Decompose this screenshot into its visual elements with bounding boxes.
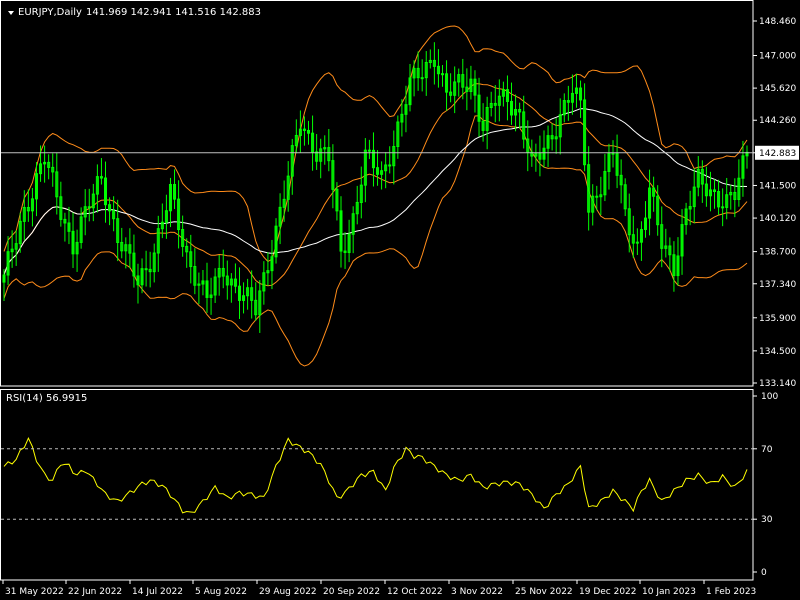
price-tick-label: 135.900 [759,314,796,324]
price-tick-label: 133.140 [759,379,796,389]
ohlc-values: 141.969 142.941 141.516 142.883 [86,7,261,18]
price-tick-label: 148.460 [759,17,796,27]
candle-body [611,152,615,155]
rsi-title: RSI(14) 56.9915 [6,393,87,404]
rsi-tick-label: 30 [761,515,773,525]
rsi-line [3,436,748,514]
time-tick-label: 20 Sep 2022 [323,587,380,597]
price-tick-label: 147.000 [759,51,796,61]
rsi-tick-label: 100 [761,392,778,402]
rsi-axis: 100 70 30 0 [753,392,778,578]
price-tick-label: 140.120 [759,214,796,224]
time-tick-label: 3 Nov 2022 [451,587,503,597]
bollinger-upper [3,25,748,263]
time-tick-label: 1 Feb 2023 [706,587,756,597]
price-tick-label: 145.620 [759,84,796,94]
candle-body [595,195,599,198]
time-axis: 31 May 2022 22 Jun 2022 14 Jul 2022 5 Aug 2… [2,580,756,597]
candle-body [440,73,444,76]
bollinger-bands [3,25,748,367]
chart-canvas[interactable]: 148.460 147.000 145.620 144.260 142.883 141.5… [0,0,800,600]
candlesticks [2,42,749,333]
time-tick-label: 19 Dec 2022 [579,587,637,597]
time-tick-label: 31 May 2022 [5,587,64,597]
price-tick-label: 137.340 [759,280,796,290]
price-axis: 148.460 147.000 145.620 144.260 142.883 141.5… [753,17,799,389]
rsi-panel-border [0,389,754,581]
bollinger-lower [3,115,748,367]
candle-body [420,77,424,80]
price-tick-label: 134.500 [759,347,796,357]
candle-body [388,164,392,167]
current-price-label: 142.883 [759,149,796,159]
candle-body [144,268,148,271]
price-tick-label: 141.500 [759,181,796,191]
rsi-tick-label: 70 [761,445,773,455]
moving-average [3,108,748,276]
dropdown-triangle-icon[interactable] [8,11,14,15]
moving-average-line [3,108,748,276]
price-tick-label: 144.260 [759,116,796,126]
time-tick-label: 14 Jul 2022 [132,587,183,597]
symbol-timeframe: EURJPY,Daily [18,7,82,18]
candle-body [367,149,371,152]
candle-body [635,241,639,244]
price-tick-label: 138.700 [759,248,796,258]
time-tick-label: 10 Jan 2023 [642,587,696,597]
candle-body [721,206,725,209]
time-tick-label: 5 Aug 2022 [195,587,247,597]
time-tick-label: 29 Aug 2022 [259,587,317,597]
rsi-tick-label: 0 [761,568,767,578]
price-panel-border [0,0,754,387]
time-tick-label: 25 Nov 2022 [515,587,573,597]
time-tick-label: 12 Oct 2022 [387,587,443,597]
rsi-series-line [3,436,748,514]
time-tick-label: 22 Jun 2022 [68,587,122,597]
